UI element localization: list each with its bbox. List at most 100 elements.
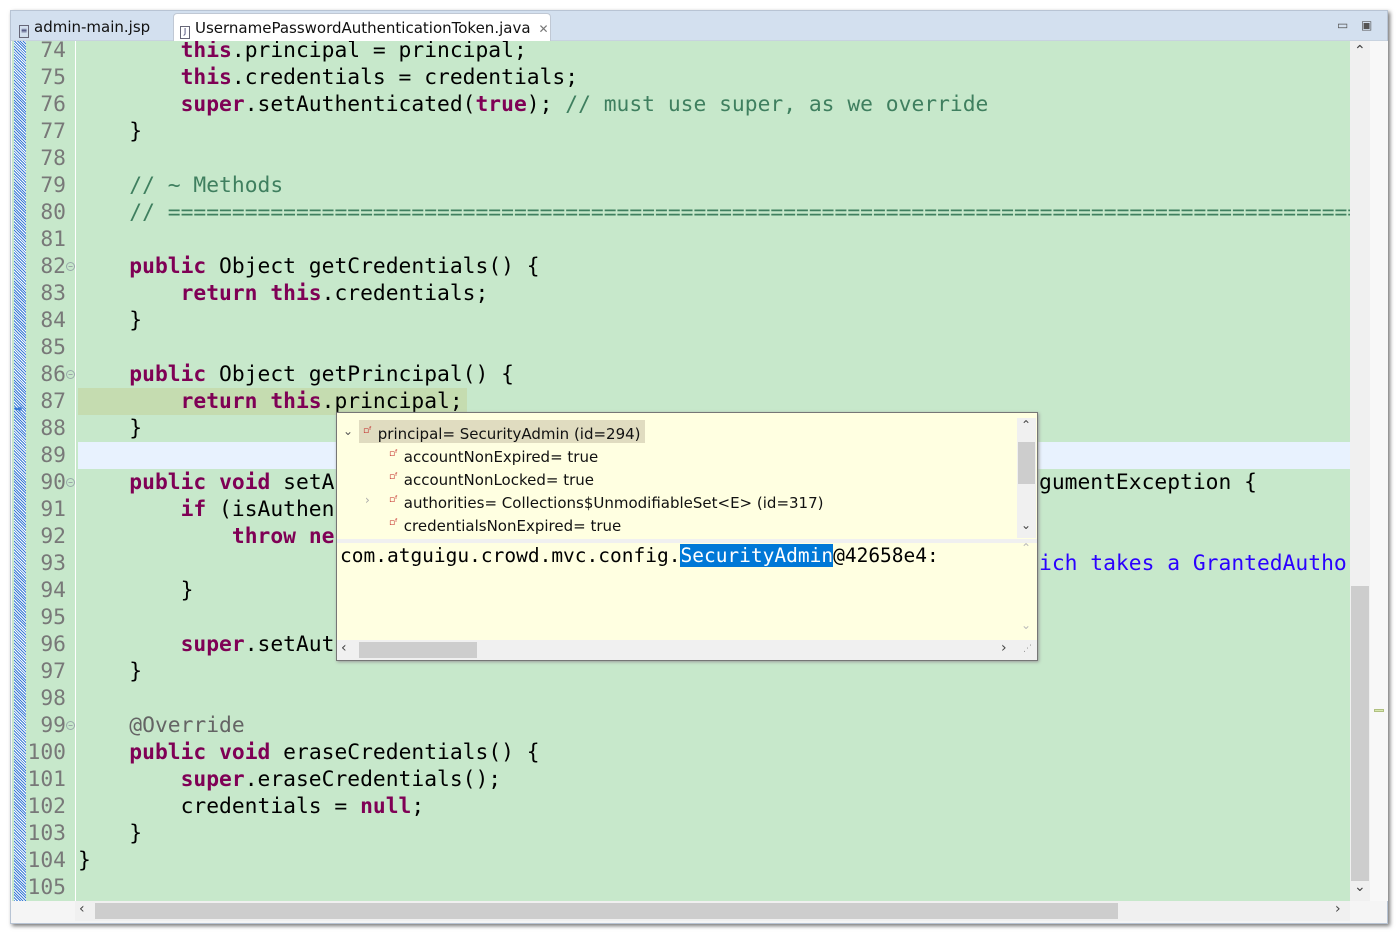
detail-scroll-up-icon[interactable]: ⌃ (1021, 541, 1031, 555)
tab-usernamepasswordauthenticationtoken-java[interactable]: J UsernamePasswordAuthenticationToken.jav… (173, 13, 551, 41)
close-tab-icon[interactable]: ✕ (539, 22, 549, 36)
expand-chevron-icon[interactable]: › (365, 493, 370, 507)
ruler-marker[interactable] (1374, 709, 1384, 712)
code-line[interactable]: 101 super.eraseCredentials(); (12, 766, 1350, 793)
line-number[interactable]: 81 (26, 226, 66, 253)
code-line[interactable]: 98 (12, 685, 1350, 712)
line-number[interactable]: 87 (26, 388, 66, 415)
scrollbar-thumb[interactable] (1351, 586, 1369, 881)
code-line[interactable]: 85 (12, 334, 1350, 361)
detail-scroll-down-icon[interactable]: ⌄ (1021, 618, 1031, 632)
line-number[interactable]: 74 (26, 41, 66, 64)
line-number[interactable]: 93 (26, 550, 66, 577)
line-number[interactable]: 79 (26, 172, 66, 199)
variable-tree-item[interactable]: ▫ᶠ accountNonLocked= true (385, 466, 594, 489)
code-line[interactable]: 102 credentials = null; (12, 793, 1350, 820)
line-number[interactable]: 82 (26, 253, 66, 280)
fold-toggle-icon[interactable]: − (66, 262, 75, 271)
code-line[interactable]: 74 this.principal = principal; (12, 41, 1350, 64)
line-number[interactable]: 100 (26, 739, 66, 766)
code-line[interactable]: 83 return this.credentials; (12, 280, 1350, 307)
line-number[interactable]: 95 (26, 604, 66, 631)
variable-tree-item[interactable]: ▫ᶠ principal= SecurityAdmin (id=294) (359, 420, 645, 443)
line-number[interactable]: 103 (26, 820, 66, 847)
code-line[interactable]: 105 (12, 874, 1350, 901)
scroll-up-icon[interactable]: ⌃ (1021, 418, 1031, 432)
code-line[interactable]: 103 } (12, 820, 1350, 847)
line-number[interactable]: 90 (26, 469, 66, 496)
horizontal-scrollbar[interactable]: ‹ › (75, 901, 1350, 921)
line-number[interactable]: 102 (26, 793, 66, 820)
code-token: .setAut (244, 632, 335, 657)
variable-label: accountNonExpired= true (403, 448, 599, 466)
fold-toggle-icon[interactable]: − (66, 478, 75, 487)
code-line[interactable]: 84 } (12, 307, 1350, 334)
code-line[interactable]: 81 (12, 226, 1350, 253)
tab-admin-main-jsp[interactable]: ≡ admin-main.jsp (13, 13, 173, 41)
line-number[interactable]: 86 (26, 361, 66, 388)
line-number[interactable]: 94 (26, 577, 66, 604)
tree-vertical-scrollbar[interactable]: ⌃ ⌄ (1017, 418, 1036, 538)
vertical-scrollbar[interactable]: ⌃ ⌄ (1350, 41, 1370, 901)
minimize-icon[interactable]: ▭ (1337, 18, 1348, 32)
scroll-right-icon[interactable]: › (1001, 640, 1007, 656)
resize-grip-icon[interactable]: ⋰ (1023, 644, 1032, 654)
maximize-icon[interactable]: ▣ (1361, 18, 1372, 32)
scroll-left-icon[interactable]: ‹ (341, 640, 347, 656)
code-line[interactable]: 100 public void eraseCredentials() { (12, 739, 1350, 766)
scrollbar-thumb[interactable] (359, 642, 477, 658)
code-line[interactable]: 79 // ~ Methods (12, 172, 1350, 199)
variable-tree-item[interactable]: ▫ᶠ credentialsNonExpired= true (385, 512, 621, 535)
line-number[interactable]: 98 (26, 685, 66, 712)
code-token: .eraseCredentials(); (244, 767, 502, 792)
line-number[interactable]: 97 (26, 658, 66, 685)
variable-tree-item[interactable]: ▫ᶠ accountNonExpired= true (385, 443, 598, 466)
line-number[interactable]: 92 (26, 523, 66, 550)
line-number[interactable]: 89 (26, 442, 66, 469)
scroll-left-icon[interactable]: ‹ (79, 901, 85, 917)
code-token: public (129, 362, 207, 387)
fold-toggle-icon[interactable]: − (66, 370, 75, 379)
code-line[interactable]: 97 } (12, 658, 1350, 685)
scroll-up-icon[interactable]: ⌃ (1354, 43, 1366, 59)
scroll-right-icon[interactable]: › (1335, 901, 1341, 917)
code-token: return (180, 281, 258, 306)
code-line[interactable]: 78 (12, 145, 1350, 172)
popup-horizontal-scrollbar[interactable]: ‹ › ⋰ (337, 640, 1037, 660)
code-line[interactable]: 77 } (12, 118, 1350, 145)
code-line[interactable]: 87 return this.principal; (12, 388, 1350, 415)
scroll-down-icon[interactable]: ⌄ (1354, 879, 1366, 895)
line-number[interactable]: 75 (26, 64, 66, 91)
fold-toggle-icon[interactable]: − (66, 721, 75, 730)
variable-tree-item[interactable]: ▫ᶠ authorities= Collections$UnmodifiableS… (385, 489, 824, 512)
line-number[interactable]: 76 (26, 91, 66, 118)
code-line[interactable]: 99− @Override (12, 712, 1350, 739)
code-line[interactable]: 75 this.credentials = credentials; (12, 64, 1350, 91)
line-number[interactable]: 96 (26, 631, 66, 658)
code-line[interactable]: 104} (12, 847, 1350, 874)
line-number[interactable]: 101 (26, 766, 66, 793)
scrollbar-thumb[interactable] (95, 903, 1118, 919)
line-number[interactable]: 80 (26, 199, 66, 226)
line-number[interactable]: 99 (26, 712, 66, 739)
line-number[interactable]: 78 (26, 145, 66, 172)
line-number[interactable]: 104 (26, 847, 66, 874)
line-number[interactable]: 88 (26, 415, 66, 442)
code-line[interactable]: 82− public Object getCredentials() { (12, 253, 1350, 280)
code-token: super (180, 92, 245, 117)
line-number[interactable]: 91 (26, 496, 66, 523)
code-token: this (270, 281, 322, 306)
line-number[interactable]: 105 (26, 874, 66, 901)
code-line[interactable]: 86− public Object getPrincipal() { (12, 361, 1350, 388)
code-line[interactable]: 76 super.setAuthenticated(true); // must… (12, 91, 1350, 118)
scrollbar-thumb[interactable] (1018, 442, 1035, 484)
code-line[interactable]: 80 // ==================================… (12, 199, 1350, 226)
line-number[interactable]: 83 (26, 280, 66, 307)
detail-text[interactable]: com.atguigu.crowd.mvc.config.SecurityAdm… (340, 542, 939, 570)
line-number[interactable]: 84 (26, 307, 66, 334)
line-number[interactable]: 77 (26, 118, 66, 145)
scroll-down-icon[interactable]: ⌄ (1021, 518, 1031, 532)
line-number[interactable]: 85 (26, 334, 66, 361)
collapse-chevron-icon[interactable]: ⌄ (343, 424, 353, 438)
